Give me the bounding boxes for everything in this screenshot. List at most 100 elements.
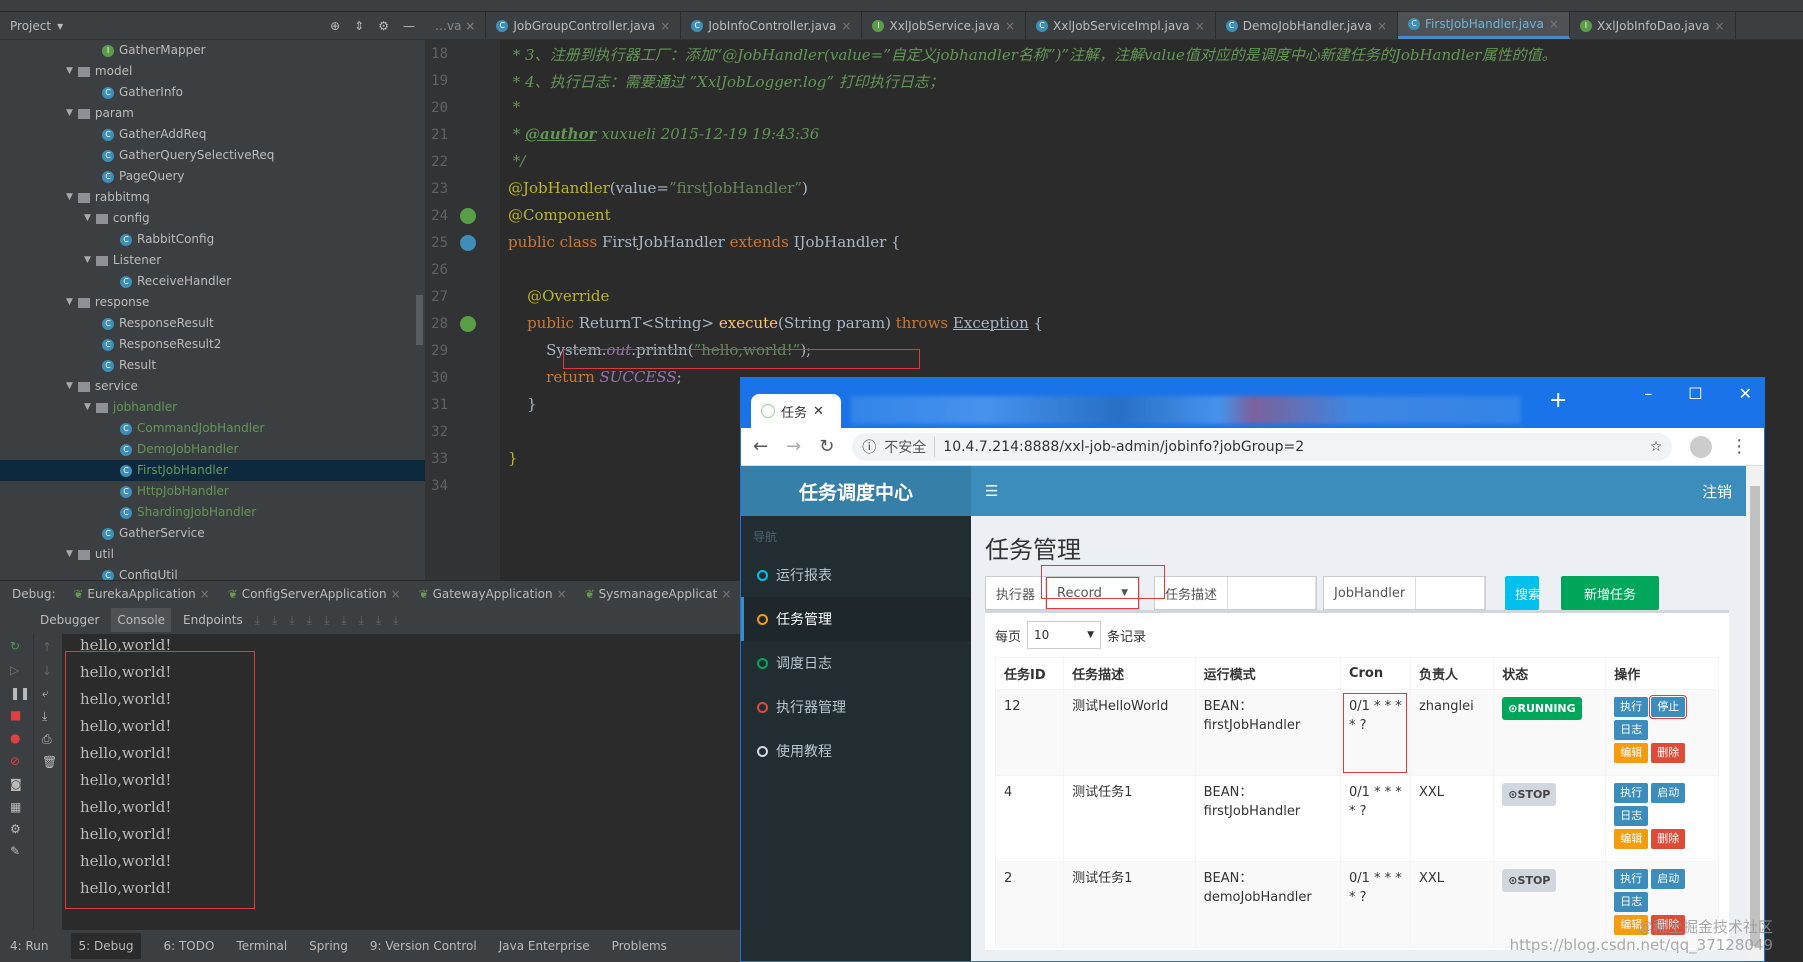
add-job-button[interactable]: 新增任务 [1561,576,1659,610]
tree-item[interactable]: ▼ Listener [0,250,425,271]
layout-icon[interactable]: ▦ [0,796,33,818]
tree-item[interactable]: C ConfigUtil [0,565,425,580]
expand-arrow-icon[interactable]: ▼ [66,292,73,313]
editor-tab[interactable]: C DemoJobHandler.java × [1216,12,1399,39]
delete-button[interactable]: 删除 [1651,829,1686,849]
down-icon[interactable]: ↓ [34,660,62,682]
editor-tab[interactable]: C XxlJobServiceImpl.java × [1026,12,1216,39]
page-scrollbar[interactable] [1746,466,1764,961]
tool-window-spring[interactable]: Spring [309,939,348,953]
project-view-selector[interactable]: Project [10,19,51,33]
logout-link[interactable]: 注销 [1702,481,1732,502]
tree-item[interactable]: C CommandJobHandler [0,418,425,439]
close-tab-icon[interactable]: × [1377,19,1387,33]
log-button[interactable]: 日志 [1614,720,1649,740]
tool-window-problems[interactable]: Problems [612,939,667,953]
tree-item[interactable]: C GatherService [0,523,425,544]
debug-session-tab[interactable]: ❦ EurekaApplication × [74,587,210,601]
tree-item[interactable]: C Result [0,355,425,376]
expand-arrow-icon[interactable]: ▼ [66,376,73,397]
sidebar-item[interactable]: 运行报表 [741,553,971,597]
camera-icon[interactable]: ◙ [0,772,33,796]
hamburger-icon[interactable]: ☰ [985,482,998,500]
toggle-button[interactable]: 启动 [1651,783,1686,803]
per-page-select[interactable]: 10 ▼ [1027,621,1102,649]
pin-icon[interactable]: ✎ [0,840,33,862]
tree-item[interactable]: ▼ param [0,103,425,124]
new-tab-button[interactable]: + [1549,388,1567,413]
tree-item[interactable]: ▼ model [0,61,425,82]
back-icon[interactable]: ← [753,436,768,457]
debug-tab-endpoints[interactable]: Endpoints [183,613,243,627]
edit-button[interactable]: 编辑 [1614,829,1649,849]
debug-tab-debugger[interactable]: Debugger [40,613,99,627]
override-icon[interactable] [460,316,476,332]
spring-bean-icon[interactable] [460,208,476,224]
run-button[interactable]: 执行 [1614,697,1649,717]
stop-icon[interactable]: ■ [0,704,33,726]
tree-item[interactable]: ▼ util [0,544,425,565]
soft-wrap-icon[interactable]: ⤶ [34,682,62,705]
expand-arrow-icon[interactable]: ▼ [84,208,91,229]
pause-icon[interactable]: ❚❚ [0,682,33,704]
log-button[interactable]: 日志 [1614,892,1649,912]
step-over-icon[interactable]: ⤓ [272,613,277,628]
tool-window-javaenterprise[interactable]: Java Enterprise [499,939,590,953]
step-into-icon[interactable]: ⤓ [289,613,294,628]
close-tab-icon[interactable]: × [1715,19,1725,33]
tree-item[interactable]: C ResponseResult [0,313,425,334]
settings-icon[interactable]: ⚙ [0,818,33,840]
minimize-icon[interactable]: — [403,19,415,33]
search-button[interactable]: 搜索 [1505,576,1539,610]
debug-session-tab[interactable]: ❦ GatewayApplication × [419,587,567,601]
tree-item[interactable]: C PageQuery [0,166,425,187]
maximize-icon[interactable]: ☐ [1688,384,1702,403]
editor-tab[interactable]: C JobGroupController.java × [486,12,682,39]
browser-tab[interactable]: 任务 ✕ [751,394,841,428]
tree-item[interactable]: C ShardingJobHandler [0,502,425,523]
trash-icon[interactable]: 🗑 [34,751,62,773]
tree-item[interactable]: ▼ rabbitmq [0,187,425,208]
tree-item[interactable]: C DemoJobHandler [0,439,425,460]
sidebar-item[interactable]: 使用教程 [741,729,971,773]
tree-item[interactable]: ▼ service [0,376,425,397]
app-logo[interactable]: 任务调度中心 [741,466,971,516]
close-icon[interactable]: × [721,587,731,601]
tree-item[interactable]: C RabbitConfig [0,229,425,250]
expand-arrow-icon[interactable]: ▼ [84,397,91,418]
list-icon[interactable]: ⤓ [255,613,260,628]
editor-tab[interactable]: I XxlJobService.java × [862,12,1026,39]
close-tab-icon[interactable]: × [1195,19,1205,33]
tree-item[interactable]: C GatherAddReq [0,124,425,145]
gear-icon[interactable]: ⚙ [378,19,389,33]
log-button[interactable]: 日志 [1614,806,1649,826]
delete-button[interactable]: 删除 [1651,743,1686,763]
close-tab-icon[interactable]: ✕ [813,404,824,419]
sidebar-item[interactable]: 执行器管理 [741,685,971,729]
expand-arrow-icon[interactable]: ▼ [66,103,73,124]
debug-session-tab[interactable]: ❦ SysmanageApplicat × [585,587,732,601]
tree-item[interactable]: ▼ config [0,208,425,229]
expand-arrow-icon[interactable]: ▼ [84,250,91,271]
force-step-into-icon[interactable]: ⤓ [307,613,312,628]
sidebar-item[interactable]: 任务管理 [741,597,971,641]
tree-item[interactable]: C GatherInfo [0,82,425,103]
edit-button[interactable]: 编辑 [1614,743,1649,763]
tool-window-terminal[interactable]: Terminal [236,939,287,953]
locate-icon[interactable]: ⊕ [330,19,340,33]
tool-window-versioncontrol[interactable]: 9: Version Control [370,939,477,953]
run-to-cursor-icon[interactable]: ⤓ [359,613,364,628]
trace-icon[interactable]: ⤓ [393,613,398,628]
toggle-button[interactable]: 停止 [1649,695,1688,719]
print-icon[interactable]: ⎙ [34,728,62,751]
sidebar-item[interactable]: 调度日志 [741,641,971,685]
mute-breakpoints-icon[interactable]: ⊘ [0,750,33,772]
expand-arrow-icon[interactable]: ▼ [66,544,73,565]
menu-icon[interactable]: ⋮ [1730,436,1748,457]
expand-arrow-icon[interactable]: ▼ [66,61,73,82]
rerun-icon[interactable]: ↻ [0,634,33,658]
toggle-button[interactable]: 启动 [1651,869,1686,889]
evaluate-icon[interactable]: ⤓ [376,613,381,628]
run-button[interactable]: 执行 [1614,869,1649,889]
close-icon[interactable]: × [391,587,401,601]
